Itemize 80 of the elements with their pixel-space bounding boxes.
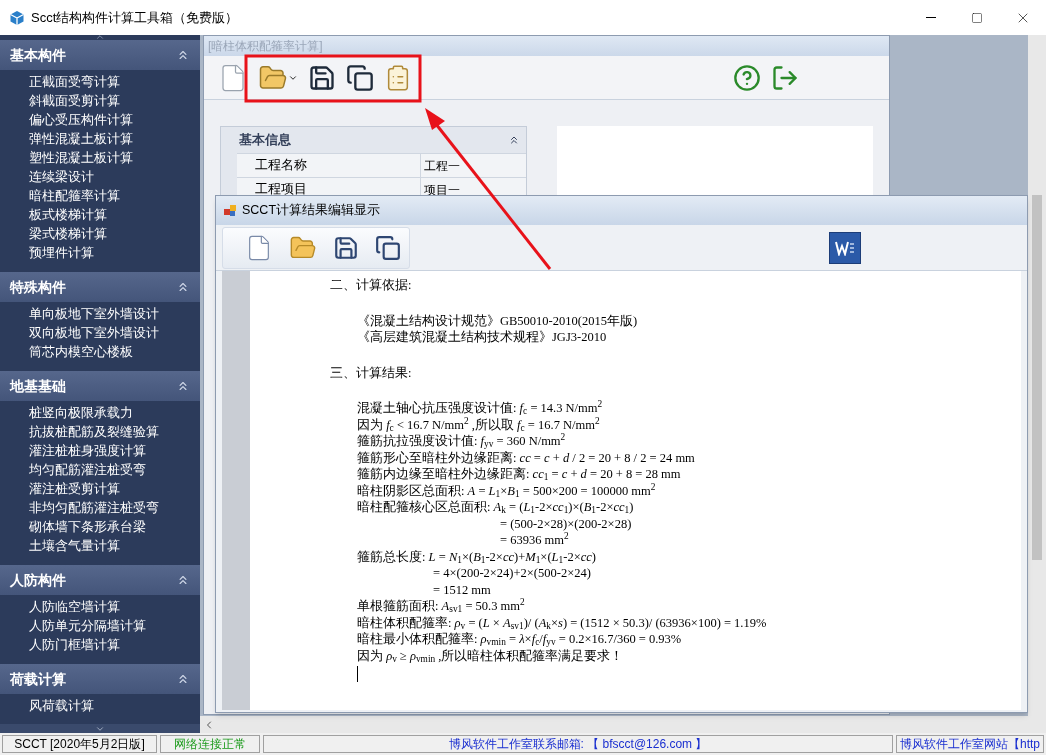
sidebar-item[interactable]: 单向板地下室外墙设计 [29, 305, 200, 324]
document-line: 箍筋总长度: L = N$_{1}$×(B$_{1}$-2×cc)+M$_{1}$×(L$_{1}$-2×cc) [357, 549, 596, 564]
sidebar-item[interactable]: 灌注桩受剪计算 [29, 480, 200, 499]
contact-link[interactable]: 博风软件工作室联系邮箱: 【 bfscct@126.com 】 [263, 735, 893, 753]
vertical-scrollbar[interactable] [1028, 35, 1046, 716]
sidebar-item[interactable]: 板式楼梯计算 [29, 206, 200, 225]
sidebar-item[interactable]: 筒芯内模空心楼板 [29, 343, 200, 362]
document-line: 单根箍筋面积: A$_{sv1}$ = 50.3 mm$^{2}$ [357, 599, 525, 613]
horizontal-scrollbar[interactable] [200, 716, 1046, 733]
collapse-icon[interactable] [176, 573, 190, 587]
section-header[interactable]: 地基基础 [0, 371, 200, 401]
contact-link[interactable]: 博风软件工作室网站【http [896, 735, 1044, 753]
sidebar-item[interactable]: 连续梁设计 [29, 168, 200, 187]
document-line: 暗柱最小体积配箍率: ρ$_{vmin}$ = λ×f$_{c}$/f$_{yv}$ = 0.2×16.7/360 = 0.93% [357, 632, 682, 646]
sidebar-item[interactable]: 弹性混凝土板计算 [29, 130, 200, 149]
document-line: = 63936 mm$^{2}$ [500, 533, 569, 547]
document-line: 因为 ρ$_{v}$ ≥ ρ$_{vmin}$ ,所以暗柱体积配箍率满足要求！ [357, 648, 624, 663]
sidebar-item[interactable]: 桩竖向极限承载力 [29, 404, 200, 423]
sidebar-item[interactable]: 预埋件计算 [29, 244, 200, 263]
window-title: Scct结构构件计算工具箱（免费版） [31, 8, 239, 27]
cube-icon [9, 9, 25, 26]
sidebar-item[interactable]: 人防单元分隔墙计算 [29, 617, 200, 636]
sidebar-item[interactable]: 土壤含气量计算 [29, 537, 200, 556]
dialog-title: SCCT计算结果编辑显示 [242, 202, 381, 220]
sidebar-item[interactable]: 非均匀配筋灌注桩受弯 [29, 499, 200, 518]
document-line: = 4×(200-2×24)+2×(500-2×24) [433, 566, 591, 580]
sidebar-item[interactable]: 灌注桩桩身强度计算 [29, 442, 200, 461]
minimize-icon [926, 17, 936, 18]
document-line: 三、计算结果: [330, 365, 412, 380]
panel-header[interactable]: 基本信息 [221, 127, 526, 153]
sidebar-item[interactable]: 偏心受压构件计算 [29, 111, 200, 130]
sidebar-item[interactable]: 砌体墙下条形承台梁 [29, 518, 200, 537]
document-line: 二、计算依据: [330, 278, 412, 292]
help-icon[interactable] [733, 63, 761, 92]
property-value[interactable]: 工程一 [424, 156, 460, 175]
document-line: 暗柱阴影区总面积: A = L$_{1}$×B$_{1}$ = 500×200 = 100000 mm$^{2}$ [357, 483, 656, 498]
sidebar-item[interactable]: 正截面受弯计算 [29, 73, 200, 92]
document-line: 箍筋内边缘至暗柱外边缘距离: cc$_{1}$ = c + d = 20 + 8 = 28 mm [357, 467, 681, 481]
collapse-icon[interactable] [508, 134, 520, 146]
scroll-down-icon[interactable] [95, 724, 105, 733]
collapse-icon[interactable] [176, 672, 190, 686]
sidebar-item[interactable]: 人防门框墙计算 [29, 636, 200, 655]
document-line: 混凝土轴心抗压强度设计值: f$_{c}$ = 14.3 N/mm$^{2}$ [357, 401, 603, 415]
save-as-icon[interactable] [375, 234, 401, 261]
status-text: SCCT [2020年5月2日版] [2, 735, 157, 753]
sidebar-item[interactable]: 抗拔桩配筋及裂缝验算 [29, 423, 200, 442]
word-export-icon[interactable] [829, 231, 861, 264]
document-line: = (500-2×28)×(200-2×28) [500, 516, 632, 531]
sidebar-item[interactable]: 塑性混凝土板计算 [29, 149, 200, 168]
collapse-icon[interactable] [176, 48, 190, 62]
sidebar-item[interactable]: 梁式楼梯计算 [29, 225, 200, 244]
document-line: 因为 f$_{c}$ < 16.7 N/mm$^{2}$ ,所以取 f$_{c}$ = 16.7 N/mm$^{2}$ [357, 417, 600, 432]
document-line: 《混凝土结构设计规范》GB50010-2010(2015年版) [357, 313, 638, 328]
sidebar-item[interactable]: 斜截面受剪计算 [29, 92, 200, 111]
app-icon [224, 204, 237, 217]
sidebar-item[interactable]: 双向板地下室外墙设计 [29, 324, 200, 343]
sidebar-item[interactable]: 风荷载计算 [29, 697, 200, 716]
document-line: 箍筋形心至暗柱外边缘距离: cc = c + d / 2 = 20 + 8 / 2 = 24 mm [357, 450, 695, 465]
sidebar-item[interactable]: 人防临空墙计算 [29, 598, 200, 617]
document-line: 暗柱体积配箍率: ρ$_{v}$ = (L × A$_{sv1}$)/ (A$_{k}$×s) = (1512 × 50.3)/ (63936×100) = 1.19% [357, 615, 767, 630]
connection-status: 网络连接正常 [160, 735, 260, 753]
document-line: 箍筋抗拉强度设计值: f$_{yv}$ = 360 N/mm$^{2}$ [357, 434, 566, 448]
section-header[interactable]: 特殊构件 [0, 272, 200, 302]
maximize-icon [971, 11, 983, 24]
sidebar-item[interactable]: 暗柱配箍率计算 [29, 187, 200, 206]
section-header[interactable]: 基本构件 [0, 40, 200, 70]
section-header[interactable]: 荷载计算 [0, 664, 200, 694]
collapse-icon[interactable] [176, 280, 190, 294]
save-icon[interactable] [333, 234, 359, 261]
collapse-icon[interactable] [176, 379, 190, 393]
section-header[interactable]: 人防构件 [0, 565, 200, 595]
document-line: 《高层建筑混凝土结构技术规程》JGJ3-2010 [357, 330, 607, 344]
text-cursor [357, 666, 358, 682]
document-line: = 1512 mm [433, 582, 491, 597]
save-icon[interactable] [308, 63, 336, 92]
sidebar-item[interactable]: 均匀配筋灌注桩受弯 [29, 461, 200, 480]
exit-icon[interactable] [771, 63, 799, 92]
document-line: 暗柱配箍核心区总面积: A$_{k}$ = (L$_{1}$-2×cc$_{1}$)×(B$_{1}$-2×cc$_{1}$) [357, 500, 634, 514]
scroll-up-icon[interactable] [95, 35, 105, 42]
save-all-icon[interactable] [346, 63, 374, 92]
